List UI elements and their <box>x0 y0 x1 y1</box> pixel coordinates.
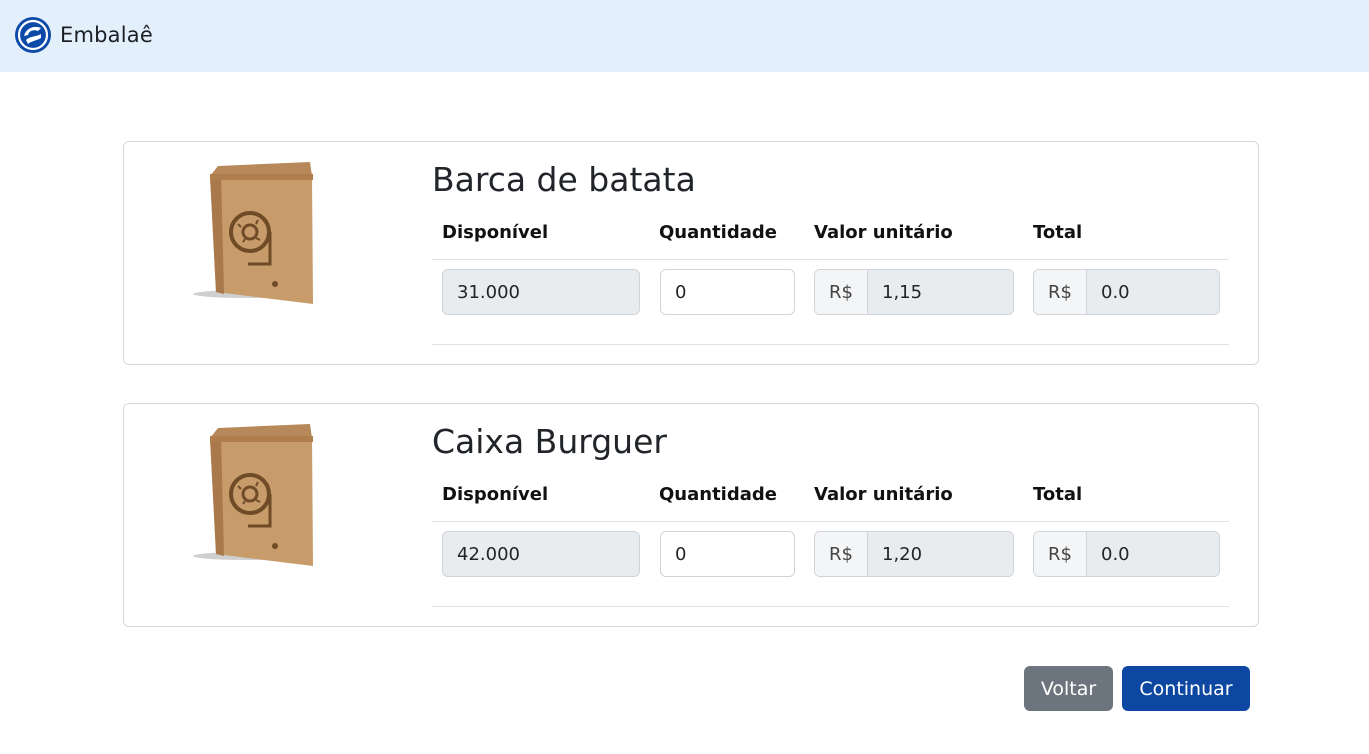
column-header-quantity: Quantidade <box>659 484 777 505</box>
row-divider <box>432 521 1229 522</box>
kraft-paper-bag-image <box>193 162 313 304</box>
row-divider <box>432 344 1229 345</box>
available-stock-value: 31.000 <box>457 281 520 303</box>
unit-price-field: R$ 1,20 <box>814 531 1014 577</box>
product-card: Caixa Burguer Disponível Quantidade Valo… <box>123 403 1259 627</box>
quantity-value: 0 <box>675 281 687 303</box>
brand-name: Embalaê <box>60 23 153 47</box>
total-field: R$ 0.0 <box>1033 269 1220 315</box>
row-divider <box>432 606 1229 607</box>
product-title: Barca de batata <box>432 160 696 199</box>
currency-addon: R$ <box>815 270 868 314</box>
column-header-quantity: Quantidade <box>659 222 777 243</box>
total-value: 0.0 <box>1087 532 1219 576</box>
column-header-unit-price: Valor unitário <box>814 222 953 243</box>
product-card: Barca de batata Disponível Quantidade Va… <box>123 141 1259 365</box>
unit-price-value: 1,15 <box>868 270 1013 314</box>
available-stock-field: 31.000 <box>442 269 640 315</box>
brand-link[interactable]: Embalaê <box>14 16 153 54</box>
column-header-available: Disponível <box>442 222 549 243</box>
quantity-input[interactable]: 0 <box>660 531 795 577</box>
column-header-available: Disponível <box>442 484 549 505</box>
quantity-value: 0 <box>675 543 687 565</box>
back-button[interactable]: Voltar <box>1024 666 1113 711</box>
currency-addon: R$ <box>1034 270 1087 314</box>
kraft-paper-bag-image <box>193 424 313 566</box>
currency-addon: R$ <box>815 532 868 576</box>
column-header-unit-price: Valor unitário <box>814 484 953 505</box>
product-title: Caixa Burguer <box>432 422 667 461</box>
total-value: 0.0 <box>1087 270 1219 314</box>
row-divider <box>432 259 1229 260</box>
navbar: Embalaê <box>0 0 1369 72</box>
continue-button[interactable]: Continuar <box>1122 666 1250 711</box>
available-stock-field: 42.000 <box>442 531 640 577</box>
column-header-total: Total <box>1033 484 1083 505</box>
unit-price-field: R$ 1,15 <box>814 269 1014 315</box>
currency-addon: R$ <box>1034 532 1087 576</box>
unit-price-value: 1,20 <box>868 532 1013 576</box>
embalae-logo-icon <box>15 17 51 53</box>
available-stock-value: 42.000 <box>457 543 520 565</box>
quantity-input[interactable]: 0 <box>660 269 795 315</box>
total-field: R$ 0.0 <box>1033 531 1220 577</box>
column-header-total: Total <box>1033 222 1083 243</box>
